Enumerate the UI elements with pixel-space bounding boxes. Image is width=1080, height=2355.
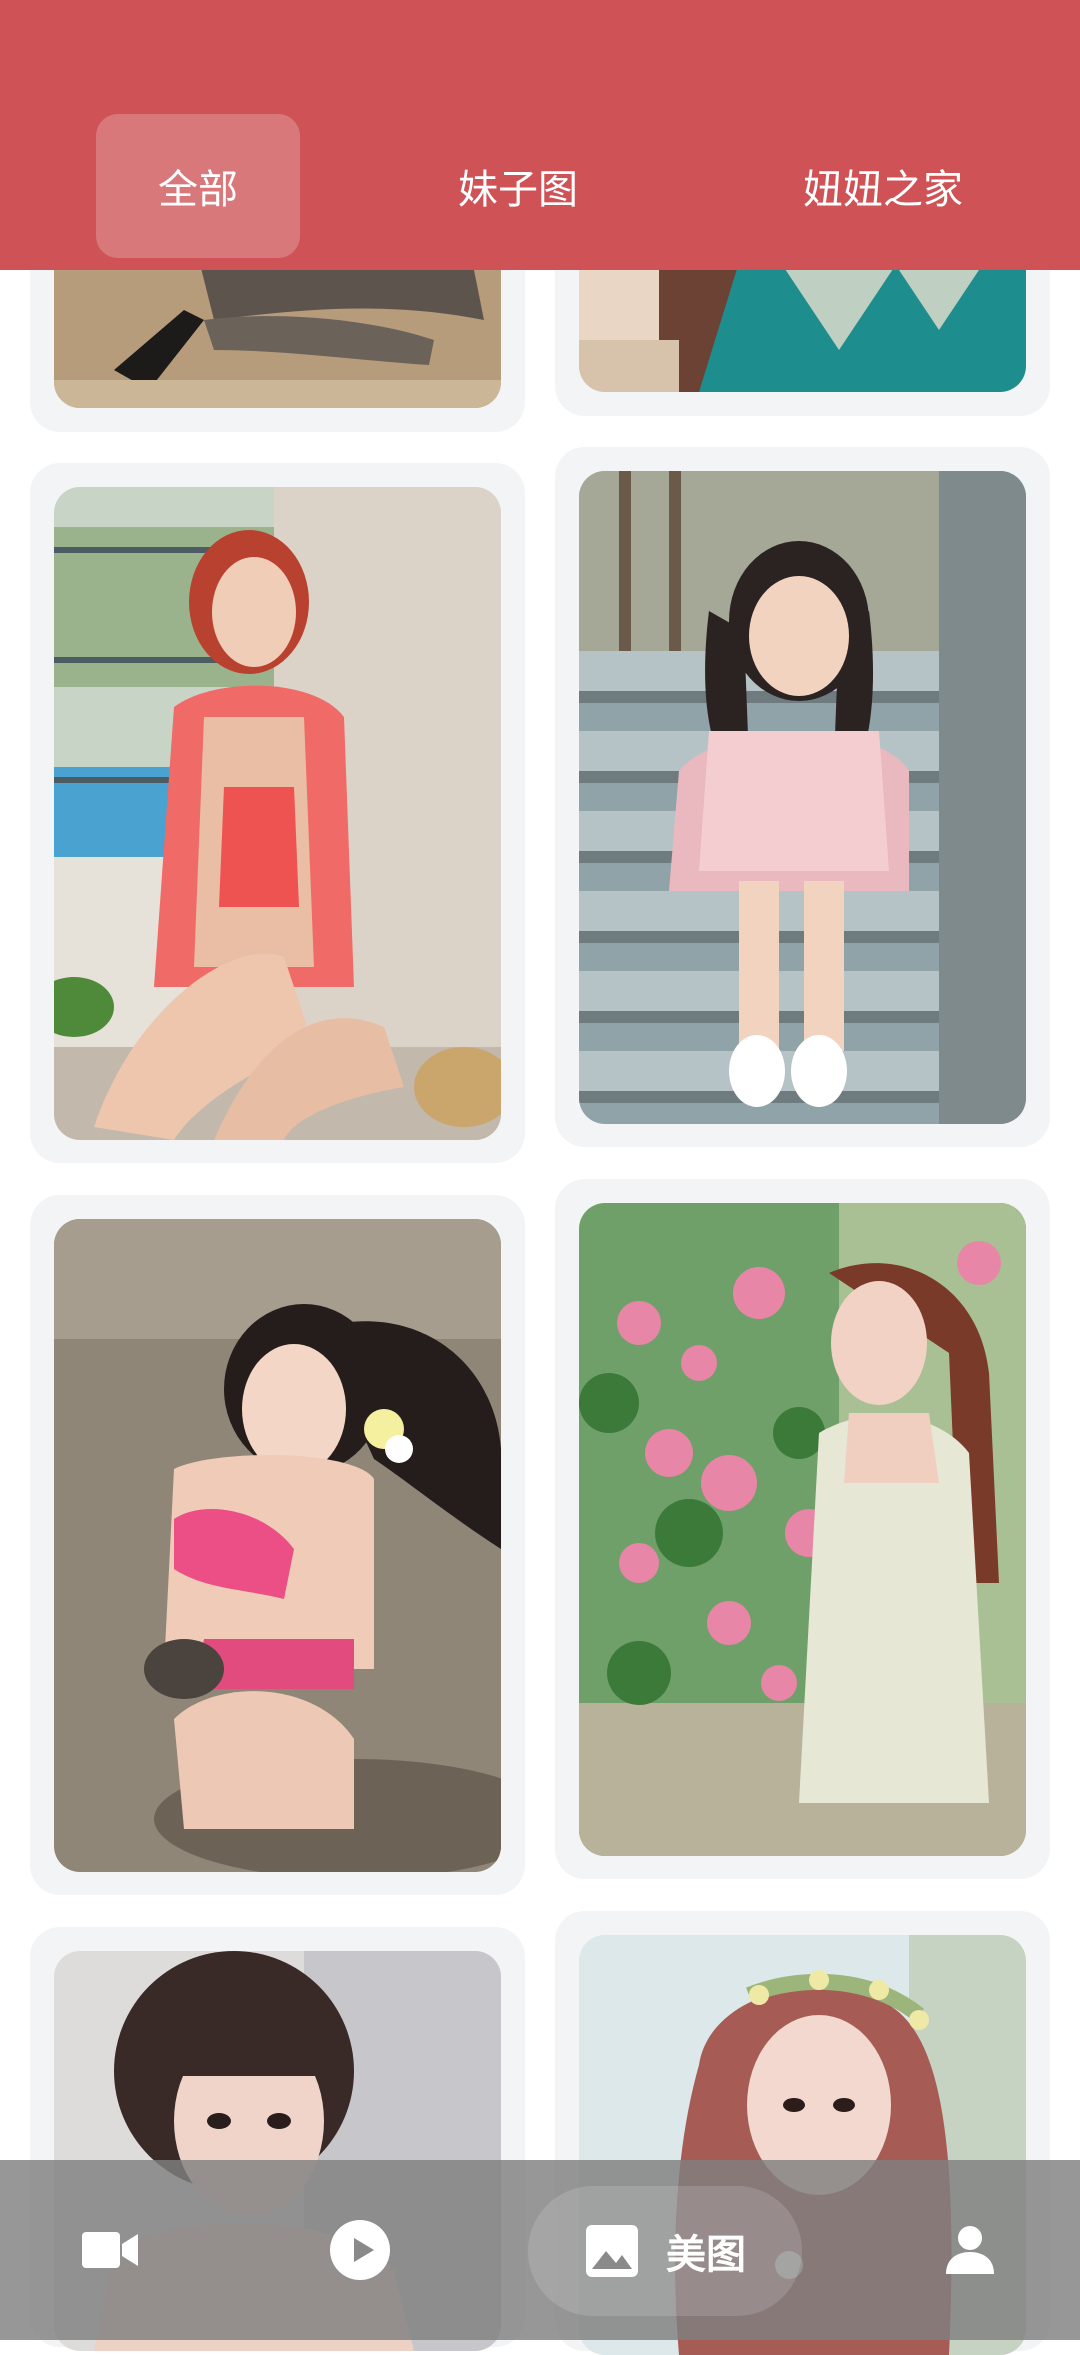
video-camera-icon (82, 2232, 138, 2268)
tab-niuniu-home-label: 妞妞之家 (803, 167, 963, 213)
nav-photos[interactable]: 美图 (528, 2186, 802, 2316)
tab-meizitu[interactable]: 妹子图 (418, 114, 618, 258)
photo-grid (0, 0, 1080, 2355)
tab-meizitu-label: 妹子图 (458, 167, 578, 213)
photo-thumbnail[interactable] (54, 487, 501, 1140)
nav-photos-label: 美图 (666, 2232, 746, 2278)
nav-profile[interactable] (920, 2160, 1020, 2340)
tab-all-label: 全部 (158, 167, 238, 213)
photo-thumbnail[interactable] (579, 1203, 1026, 1856)
image-icon (586, 2225, 638, 2277)
tab-all[interactable]: 全部 (96, 114, 300, 258)
photo-thumbnail[interactable] (54, 1219, 501, 1872)
bottom-navigation: 美图 (0, 2160, 1080, 2340)
tab-niuniu-home[interactable]: 妞妞之家 (768, 114, 998, 258)
play-circle-icon (330, 2220, 390, 2280)
nav-play[interactable] (310, 2160, 410, 2340)
person-icon (946, 2226, 994, 2274)
photo-thumbnail[interactable] (579, 471, 1026, 1124)
top-header: 全部 妹子图 妞妞之家 (0, 0, 1080, 270)
nav-video[interactable] (60, 2160, 160, 2340)
